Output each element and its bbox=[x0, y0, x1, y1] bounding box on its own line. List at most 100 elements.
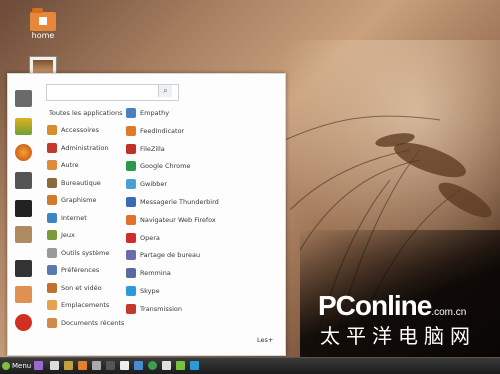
launcher-icon[interactable] bbox=[106, 361, 115, 370]
app-item[interactable]: Navigateur Web Firefox bbox=[126, 214, 216, 226]
category-item[interactable]: Préférences bbox=[47, 264, 99, 276]
app-icon bbox=[126, 108, 136, 118]
watermark-brand: PConline.com.cn bbox=[318, 290, 467, 321]
category-icon bbox=[47, 142, 57, 153]
logout-icon[interactable] bbox=[15, 286, 32, 303]
app-item[interactable]: FeedIndicator bbox=[126, 125, 184, 137]
category-item[interactable]: Documents récents bbox=[47, 317, 124, 329]
launcher-icon[interactable] bbox=[120, 361, 129, 370]
watermark-chinese: 太平洋电脑网 bbox=[320, 324, 476, 348]
app-label: Partage de bureau bbox=[140, 251, 201, 260]
firefox-icon[interactable] bbox=[15, 144, 32, 161]
launcher-icon[interactable] bbox=[78, 361, 87, 370]
app-label: Messagerie Thunderbird bbox=[140, 198, 219, 206]
menu-button[interactable]: Menu bbox=[2, 360, 31, 372]
app-item[interactable]: Gwibber bbox=[126, 178, 167, 190]
category-icon bbox=[47, 265, 57, 275]
launcher-icon[interactable] bbox=[64, 361, 73, 370]
category-icon bbox=[47, 317, 57, 328]
category-icon bbox=[47, 230, 57, 240]
category-label: Outils système bbox=[61, 248, 110, 257]
category-item[interactable]: Accessoires bbox=[47, 124, 99, 136]
search-icon[interactable]: ⌕ bbox=[158, 85, 172, 97]
app-label: Opera bbox=[140, 233, 160, 242]
favorites-column bbox=[8, 74, 38, 355]
category-icon bbox=[47, 282, 57, 293]
app-icon bbox=[126, 125, 136, 136]
app-label: Skype bbox=[140, 287, 160, 295]
app-icon bbox=[126, 214, 136, 225]
application-menu: ⌕ Toutes les applications Accessoires Adm… bbox=[7, 73, 286, 356]
app-item[interactable]: Opera bbox=[126, 232, 160, 244]
desktop-icon-home[interactable]: home bbox=[23, 8, 63, 40]
app-icon bbox=[126, 250, 136, 261]
app-label: Gwibber bbox=[140, 180, 168, 189]
app-label: Empathy bbox=[140, 109, 170, 117]
category-item[interactable]: Bureautique bbox=[47, 177, 101, 189]
launcher-icon[interactable] bbox=[92, 361, 101, 370]
desktop-icon-label: home bbox=[31, 31, 55, 40]
app-icon bbox=[126, 161, 136, 172]
category-label: Bureautique bbox=[61, 178, 101, 187]
display-icon[interactable] bbox=[15, 172, 32, 189]
lock-icon[interactable] bbox=[15, 260, 32, 277]
category-label: Jeux bbox=[61, 231, 75, 239]
category-label: Préférences bbox=[61, 266, 100, 274]
category-item[interactable]: Internet bbox=[47, 212, 87, 224]
category-item[interactable]: Autre bbox=[47, 159, 79, 171]
power-icon[interactable] bbox=[15, 314, 32, 331]
category-icon bbox=[47, 160, 57, 170]
category-item[interactable]: Emplacements bbox=[47, 299, 109, 311]
category-icon bbox=[47, 125, 57, 135]
category-icon bbox=[47, 247, 57, 258]
app-item[interactable]: Partage de bureau bbox=[126, 249, 200, 261]
category-item[interactable]: Son et vidéo bbox=[47, 282, 102, 294]
all-applications-category[interactable]: Toutes les applications bbox=[49, 109, 122, 117]
files-icon[interactable] bbox=[15, 226, 32, 243]
category-item[interactable]: Graphisme bbox=[47, 194, 96, 206]
software-manager-icon[interactable] bbox=[15, 118, 32, 135]
launcher-icon[interactable] bbox=[162, 361, 171, 370]
category-label: Internet bbox=[61, 213, 87, 222]
launcher-icon[interactable] bbox=[190, 361, 199, 370]
category-item[interactable]: Administration bbox=[47, 142, 109, 154]
settings-icon[interactable] bbox=[15, 90, 32, 107]
app-icon bbox=[126, 143, 136, 154]
terminal-icon[interactable] bbox=[15, 200, 32, 217]
app-item[interactable]: FileZilla bbox=[126, 143, 165, 155]
category-label: Accessoires bbox=[61, 126, 99, 134]
app-icon bbox=[126, 179, 136, 190]
app-label: Navigateur Web Firefox bbox=[140, 215, 216, 224]
category-label: Emplacements bbox=[61, 301, 110, 309]
launcher-icon[interactable] bbox=[50, 361, 59, 370]
mint-logo-icon bbox=[2, 362, 10, 370]
launcher-icon[interactable] bbox=[34, 361, 43, 370]
category-label: Autre bbox=[61, 161, 79, 169]
category-label: Administration bbox=[61, 143, 109, 152]
app-item[interactable]: Google Chrome bbox=[126, 160, 190, 172]
app-item[interactable]: Skype bbox=[126, 285, 160, 297]
category-label: Documents récents bbox=[61, 318, 125, 327]
app-label: Remmina bbox=[140, 269, 171, 278]
category-icon bbox=[47, 212, 57, 223]
category-item[interactable]: Outils système bbox=[47, 247, 109, 259]
app-item[interactable]: Messagerie Thunderbird bbox=[126, 196, 219, 208]
app-item[interactable]: Empathy bbox=[126, 107, 169, 119]
app-label: Google Chrome bbox=[140, 162, 191, 171]
app-label: FeedIndicator bbox=[140, 126, 185, 135]
launcher-icon[interactable] bbox=[134, 361, 143, 370]
app-icon bbox=[126, 303, 136, 314]
app-icon bbox=[126, 197, 136, 207]
app-item[interactable]: Remmina bbox=[126, 267, 171, 279]
category-icon bbox=[47, 195, 57, 205]
app-label: Transmission bbox=[140, 304, 182, 313]
launcher-icon[interactable] bbox=[148, 361, 157, 370]
app-item[interactable]: Transmission bbox=[126, 303, 182, 315]
watermark-domain: .com.cn bbox=[431, 307, 467, 318]
home-folder-icon bbox=[30, 8, 56, 31]
category-icon bbox=[47, 177, 57, 188]
category-item[interactable]: Jeux bbox=[47, 229, 75, 241]
more-link[interactable]: Les+ bbox=[257, 336, 273, 344]
taskbar: Menu bbox=[0, 357, 500, 374]
launcher-icon[interactable] bbox=[176, 361, 185, 370]
